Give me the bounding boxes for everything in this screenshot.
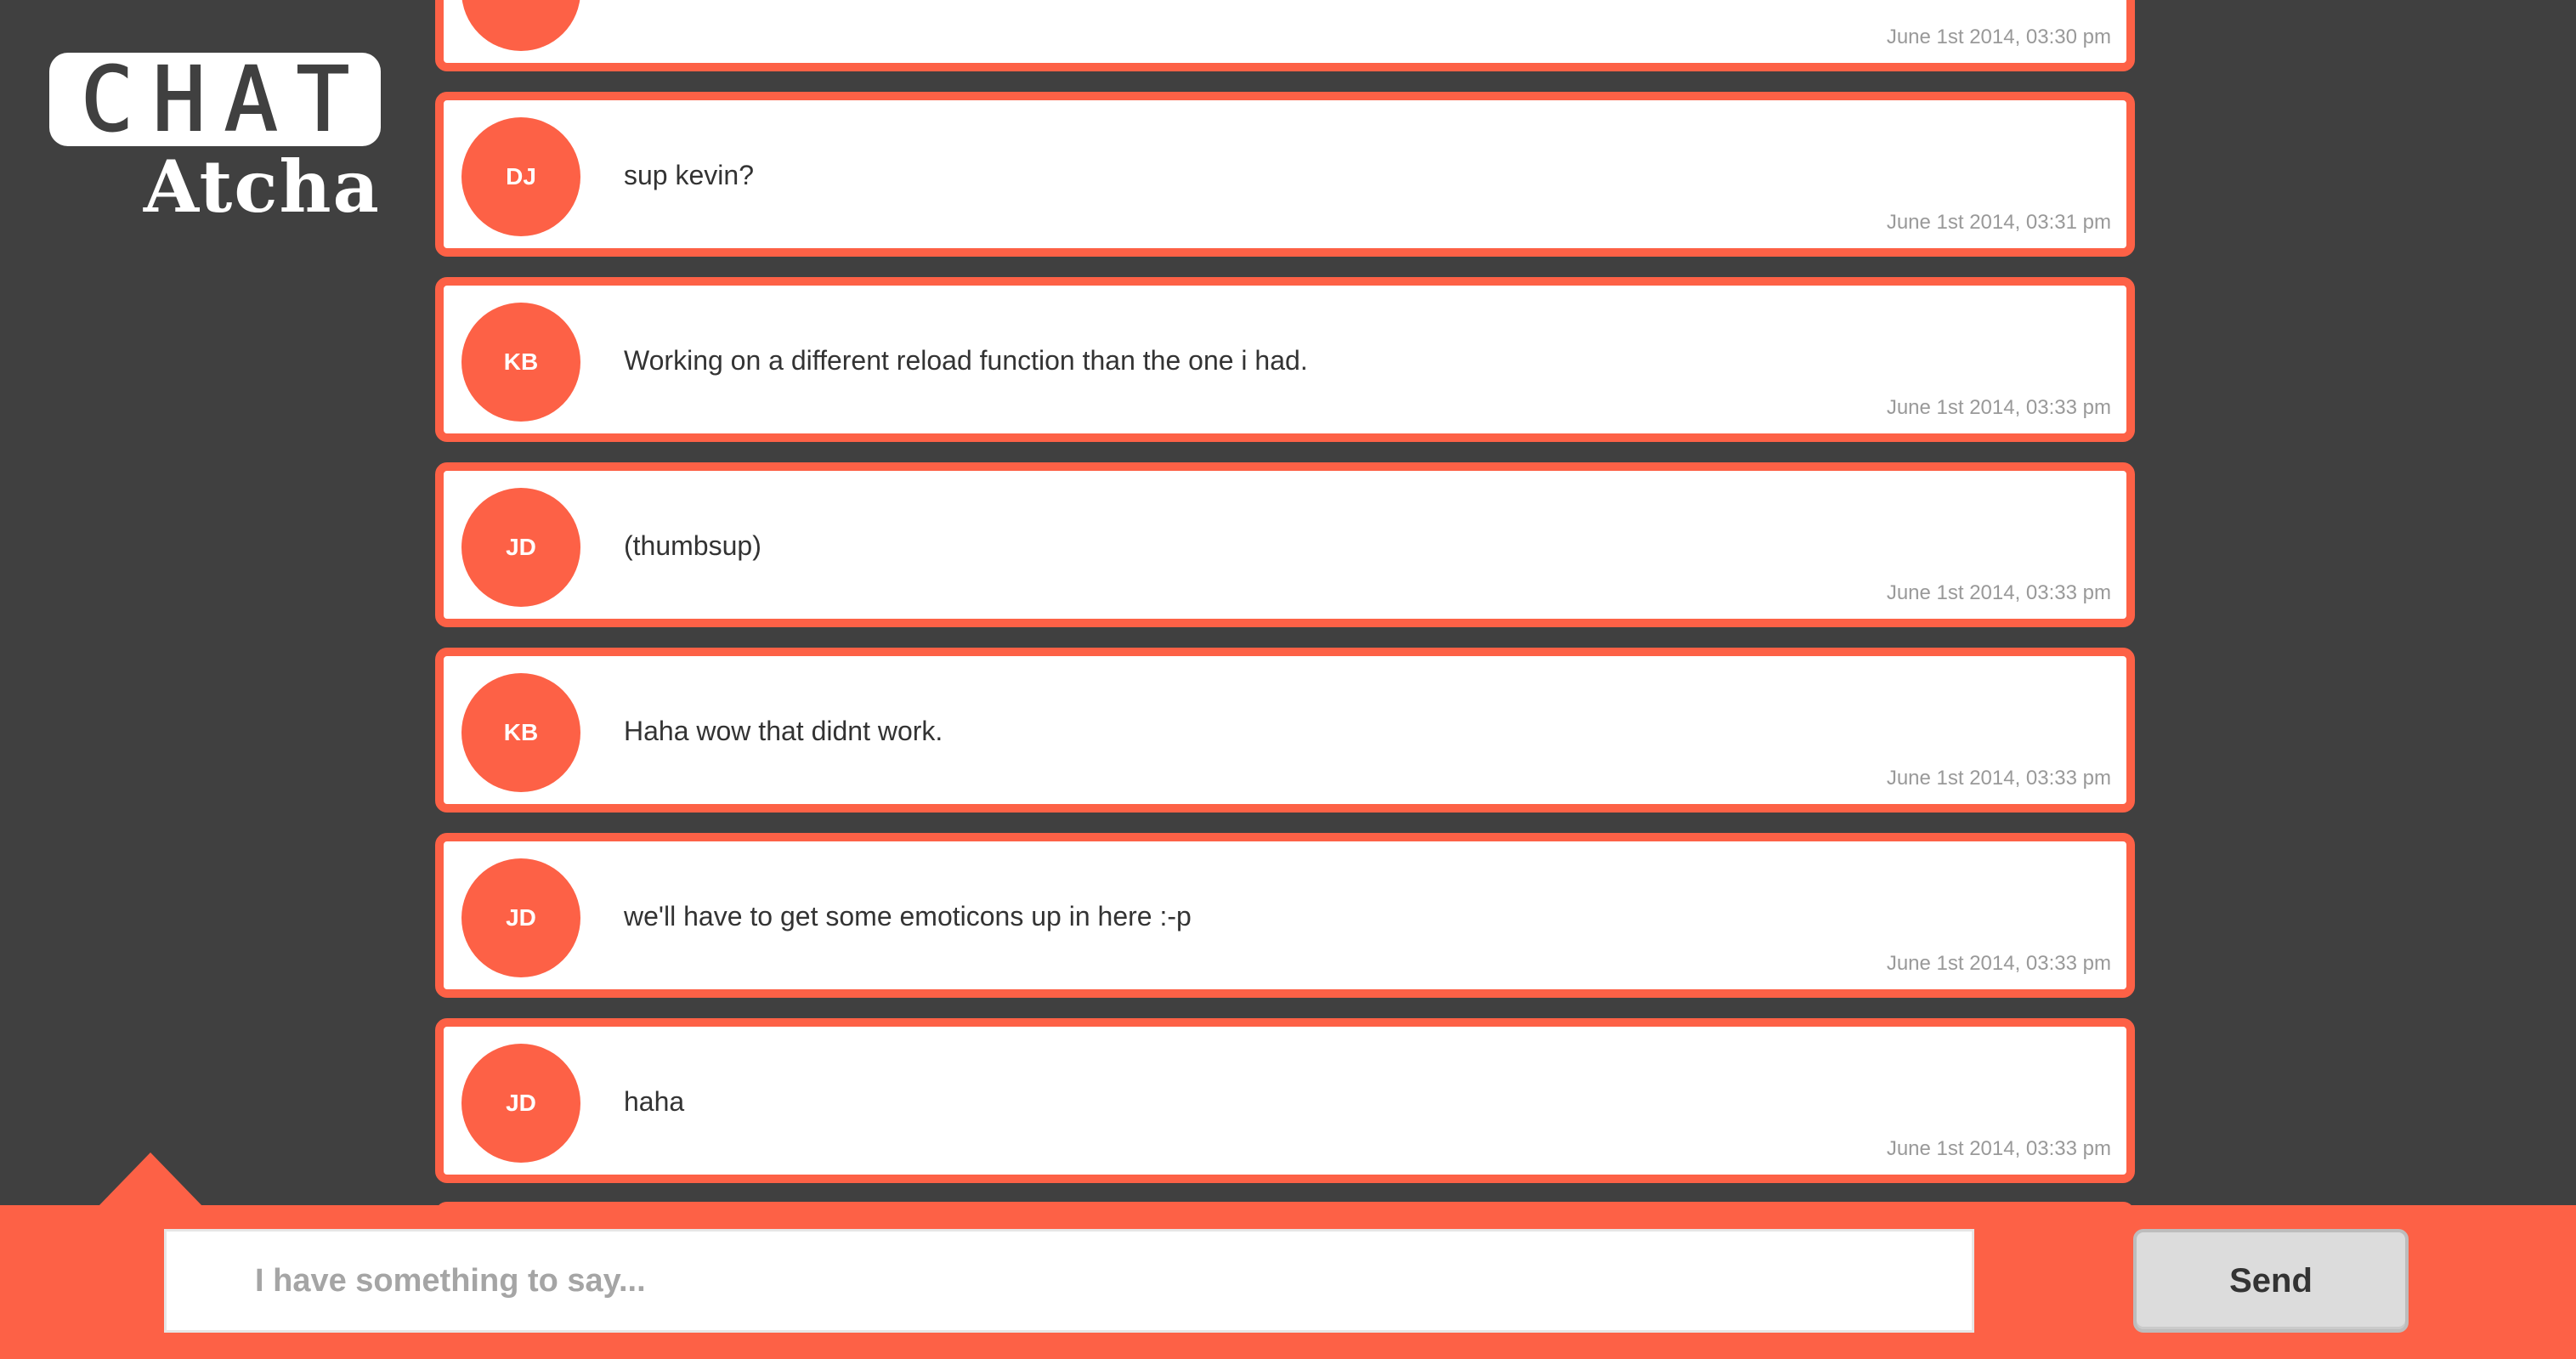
message-text: Haha wow that didnt work. [624, 716, 943, 746]
message-card: DJ sup kevin? June 1st 2014, 03:31 pm [435, 92, 2135, 257]
avatar: KB [461, 303, 580, 422]
avatar: JD [461, 858, 580, 977]
message-card: KB Working on a different reload functio… [435, 277, 2135, 442]
logo-atcha-text: Atcha [143, 144, 381, 229]
avatar: DJ [461, 117, 580, 236]
message-text: haha [624, 1086, 685, 1117]
message-timestamp: June 1st 2014, 03:33 pm [1886, 581, 2111, 604]
message-list[interactable]: June 1st 2014, 03:30 pm DJ sup kevin? Ju… [435, 0, 2135, 1207]
message-text: Working on a different reload function t… [624, 345, 1308, 376]
message-timestamp: June 1st 2014, 03:31 pm [1886, 211, 2111, 234]
message-input[interactable] [164, 1229, 1974, 1333]
avatar: JD [461, 1044, 580, 1163]
message-text: we'll have to get some emoticons up in h… [624, 901, 1192, 931]
message-timestamp: June 1st 2014, 03:33 pm [1886, 952, 2111, 975]
message-text: (thumbsup) [624, 530, 761, 561]
message-card: KB Haha wow that didnt work. June 1st 20… [435, 648, 2135, 813]
message-card: JD we'll have to get some emoticons up i… [435, 833, 2135, 998]
avatar [461, 0, 580, 51]
message-card: June 1st 2014, 03:30 pm [435, 0, 2135, 71]
message-timestamp: June 1st 2014, 03:33 pm [1886, 396, 2111, 419]
message-card: JD haha June 1st 2014, 03:33 pm [435, 1018, 2135, 1183]
avatar: KB [461, 673, 580, 792]
logo-chat-badge: CHAT [49, 53, 381, 146]
avatar: JD [461, 488, 580, 607]
composer-notch [98, 1152, 203, 1207]
logo-chat-text: CHAT [80, 48, 369, 151]
message-timestamp: June 1st 2014, 03:33 pm [1886, 767, 2111, 790]
message-timestamp: June 1st 2014, 03:33 pm [1886, 1137, 2111, 1160]
message-card: JD (thumbsup) June 1st 2014, 03:33 pm [435, 462, 2135, 627]
message-timestamp: June 1st 2014, 03:30 pm [1886, 25, 2111, 48]
send-button[interactable]: Send [2133, 1229, 2409, 1333]
app-logo: CHAT Atcha [49, 53, 381, 223]
message-text: sup kevin? [624, 160, 754, 190]
